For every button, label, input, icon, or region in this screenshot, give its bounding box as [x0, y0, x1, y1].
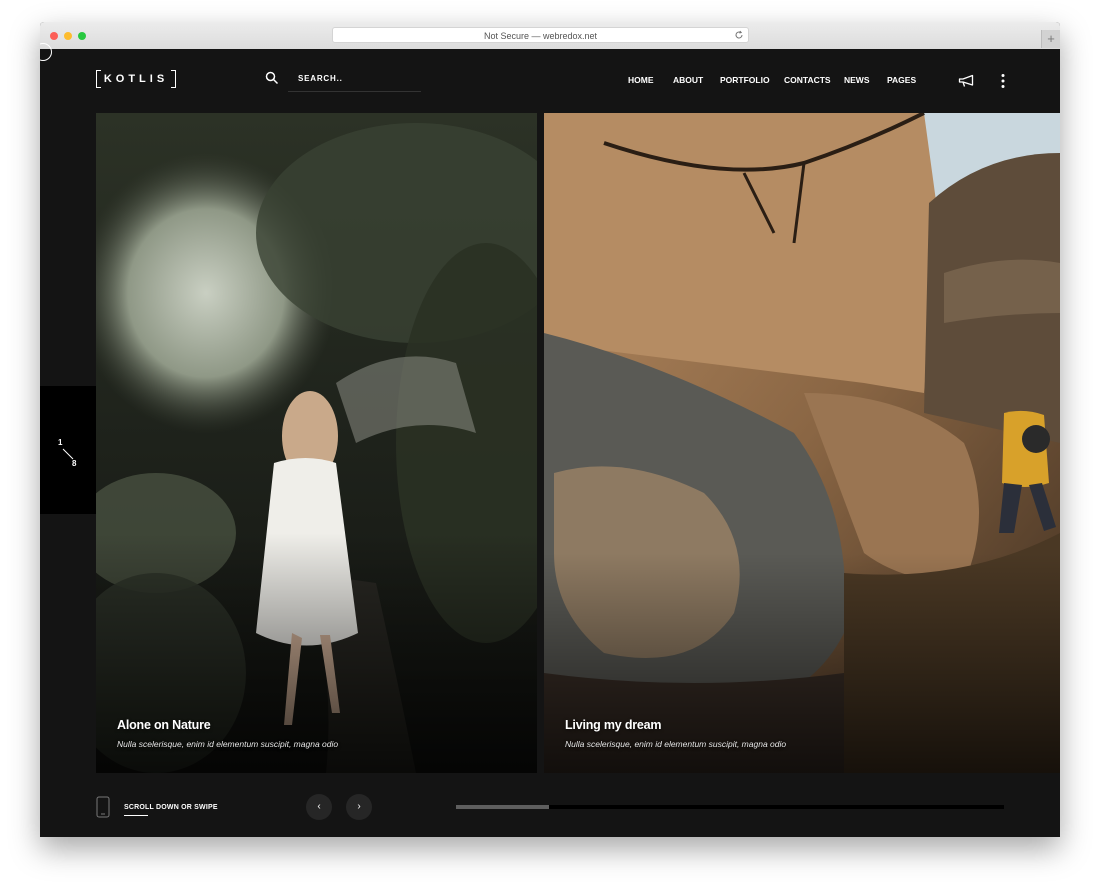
logo-text: KOTLIS: [103, 73, 169, 85]
slide-photo-rocks: [544, 113, 1060, 773]
prev-slide-button[interactable]: ‹: [306, 794, 332, 820]
logo-bracket-right: [171, 70, 176, 88]
nav-contacts[interactable]: CONTACTS: [784, 75, 831, 85]
close-window-button[interactable]: [50, 32, 58, 40]
slide-living-my-dream[interactable]: Living my dream Nulla scelerisque, enim …: [544, 113, 1060, 773]
slide-alone-on-nature[interactable]: Alone on Nature Nulla scelerisque, enim …: [96, 113, 537, 773]
phone-icon: [96, 796, 110, 818]
slide-photo-forest: [96, 113, 537, 773]
browser-toolbar: Not Secure — webredox.net +: [40, 22, 1060, 50]
maximize-window-button[interactable]: [78, 32, 86, 40]
scroll-hint: SCROLL DOWN OR SWIPE: [124, 804, 218, 811]
counter-current: 1: [58, 438, 63, 447]
logo-bracket-left: [96, 70, 101, 88]
slider-progress-track[interactable]: [456, 805, 1004, 809]
nav-home[interactable]: HOME: [628, 75, 654, 85]
nav-portfolio[interactable]: PORTFOLIO: [720, 75, 770, 85]
browser-window: Not Secure — webredox.net + KOTLIS HOME …: [40, 22, 1060, 837]
slider-progress-fill: [456, 805, 550, 809]
loader-ring-icon: [40, 43, 52, 61]
slide-counter: 1 8: [40, 386, 96, 514]
reload-icon[interactable]: [734, 30, 744, 40]
website: KOTLIS HOME ABOUT PORTFOLIO CONTACTS NEW…: [40, 43, 1060, 837]
slide-subtitle: Nulla scelerisque, enim id elementum sus…: [565, 739, 787, 749]
search-icon[interactable]: [265, 71, 279, 85]
new-tab-button[interactable]: +: [1041, 30, 1060, 48]
search-input[interactable]: [288, 67, 421, 89]
nav-about[interactable]: ABOUT: [673, 75, 703, 85]
address-bar[interactable]: Not Secure — webredox.net: [332, 27, 749, 43]
next-slide-button[interactable]: ›: [346, 794, 372, 820]
more-vertical-icon[interactable]: [1000, 73, 1006, 89]
slide-title[interactable]: Alone on Nature: [117, 718, 211, 732]
nav-news[interactable]: NEWS: [844, 75, 870, 85]
address-text: Not Secure — webredox.net: [483, 31, 598, 41]
site-logo[interactable]: KOTLIS: [96, 70, 176, 88]
scroll-hint-underline: [124, 815, 148, 816]
slide-subtitle: Nulla scelerisque, enim id elementum sus…: [117, 739, 339, 749]
minimize-window-button[interactable]: [64, 32, 72, 40]
counter-total: 8: [72, 459, 77, 468]
nav-pages[interactable]: PAGES: [887, 75, 916, 85]
slide-title[interactable]: Living my dream: [565, 718, 662, 732]
megaphone-icon[interactable]: [958, 74, 976, 88]
search-box: [288, 67, 421, 92]
